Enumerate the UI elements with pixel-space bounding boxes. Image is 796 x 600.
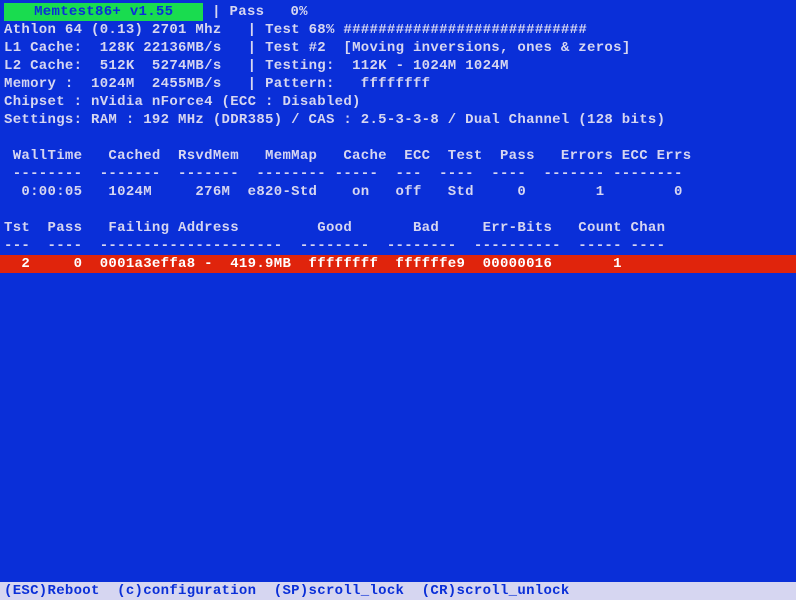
- error-headers: Tst Pass Failing Address Good Bad Err-Bi…: [0, 219, 796, 237]
- blank: [0, 201, 796, 219]
- l2-cache: L2 Cache: 512K 5274MB/s: [4, 58, 222, 74]
- footer-bar[interactable]: (ESC)Reboot (c)configuration (SP)scroll_…: [0, 582, 796, 600]
- status-row: 0:00:05 1024M 276M e820-Std on off Std 0…: [0, 183, 796, 201]
- chipset-line: Chipset : nVidia nForce4 (ECC : Disabled…: [0, 93, 796, 111]
- testing-range: Testing: 112K - 1024M 1024M: [265, 58, 509, 74]
- pattern-info: Pattern: ffffffff: [265, 76, 430, 92]
- test-progress: Test 68% ############################: [265, 22, 587, 38]
- memory-info: Memory : 1024M 2455MB/s: [4, 76, 222, 92]
- l1-line: L1 Cache: 128K 22136MB/s | Test #2 [Movi…: [0, 39, 796, 57]
- mem-line: Memory : 1024M 2455MB/s | Pattern: fffff…: [0, 75, 796, 93]
- blank: [0, 129, 796, 147]
- status-headers: WallTime Cached RsvdMem MemMap Cache ECC…: [0, 147, 796, 165]
- test-description: Test #2 [Moving inversions, ones & zeros…: [265, 40, 630, 56]
- error-divider: --- ---- --------------------- -------- …: [0, 237, 796, 255]
- cpu-info: Athlon 64 (0.13) 2701 Mhz: [4, 22, 222, 38]
- memtest-screen: Memtest86+ v1.55 | Pass 0% Athlon 64 (0.…: [0, 0, 796, 600]
- title-line: Memtest86+ v1.55 | Pass 0%: [0, 3, 796, 21]
- pass-progress: | Pass 0%: [203, 4, 307, 20]
- settings-line: Settings: RAM : 192 MHz (DDR385) / CAS :…: [0, 111, 796, 129]
- status-divider: -------- ------- ------- -------- ----- …: [0, 165, 796, 183]
- error-row: 2 0 0001a3effa8 - 419.9MB ffffffff fffff…: [0, 255, 796, 273]
- cpu-line: Athlon 64 (0.13) 2701 Mhz | Test 68% ###…: [0, 21, 796, 39]
- app-title: Memtest86+ v1.55: [4, 3, 203, 21]
- progress-bar: ############################: [343, 22, 587, 38]
- l1-cache: L1 Cache: 128K 22136MB/s: [4, 40, 222, 56]
- l2-line: L2 Cache: 512K 5274MB/s | Testing: 112K …: [0, 57, 796, 75]
